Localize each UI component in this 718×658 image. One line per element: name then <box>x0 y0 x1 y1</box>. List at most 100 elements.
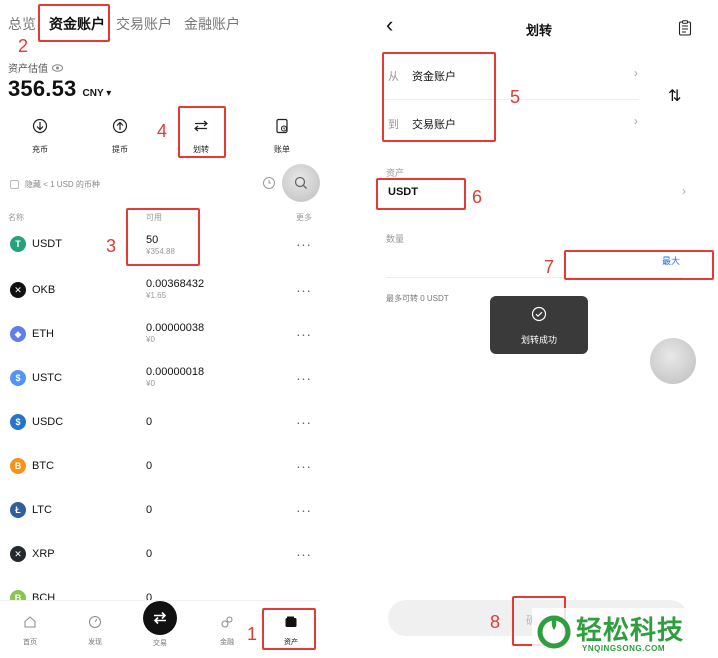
coin-name: ETH <box>32 328 54 340</box>
nav-finance[interactable]: 金融 <box>207 615 247 647</box>
tab-overview[interactable]: 总览 <box>8 14 36 34</box>
nav-trade-label: 交易 <box>153 640 167 647</box>
records-icon[interactable] <box>678 20 692 36</box>
more-button[interactable]: ··· <box>296 236 312 252</box>
coin-available: 0 <box>146 504 153 516</box>
coin-value: ¥0 <box>146 335 155 344</box>
withdraw-button[interactable]: 提币 <box>100 118 140 155</box>
trade-fab[interactable] <box>143 601 177 635</box>
coin-name: XRP <box>32 548 55 560</box>
annotation-number-2: 2 <box>18 36 29 56</box>
max-transferable-text: 最多可转 0 USDT <box>386 294 449 303</box>
bill-button[interactable]: 账单 <box>262 118 302 155</box>
withdraw-icon <box>112 118 128 134</box>
floating-assist-button[interactable] <box>650 338 696 384</box>
deposit-button[interactable]: 充币 <box>20 118 60 155</box>
page-title: 划转 <box>526 23 553 38</box>
column-header-more: 更多 <box>296 213 312 222</box>
discover-icon <box>89 616 101 628</box>
annotation-number-6: 6 <box>472 187 483 207</box>
tab-financial-account[interactable]: 金融账户 <box>184 14 240 34</box>
xrp-coin-icon: ✕ <box>10 546 26 562</box>
list-item[interactable]: $ USTC 0.00000018 ¥0 ··· <box>8 362 314 402</box>
list-item[interactable]: B BTC 0 ··· <box>8 450 314 490</box>
watermark-url: YNQINGSONG.COM <box>582 644 666 653</box>
eye-icon[interactable] <box>52 63 63 72</box>
more-button[interactable]: ··· <box>296 282 312 298</box>
nav-discover[interactable]: 发现 <box>75 615 115 647</box>
more-button[interactable]: ··· <box>296 414 312 430</box>
annotation-box-3 <box>126 208 200 266</box>
more-button[interactable]: ··· <box>296 458 312 474</box>
toast-text: 划转成功 <box>520 335 557 345</box>
nav-home[interactable]: 首页 <box>10 615 50 647</box>
nav-discover-label: 发现 <box>88 639 102 646</box>
okb-coin-icon: ✕ <box>10 282 26 298</box>
annotation-number-5: 5 <box>510 87 521 107</box>
coin-name: BTC <box>32 460 54 472</box>
back-button[interactable]: ‹ <box>386 14 393 36</box>
asset-valuation: 356.53 CNY ▾ <box>8 76 111 102</box>
chevron-right-icon: › <box>682 184 686 198</box>
watermark-logo-icon <box>537 615 571 649</box>
chevron-right-icon: › <box>634 66 638 80</box>
hide-small-label: 隐藏 < 1 USD 的币种 <box>25 180 100 189</box>
hide-small-balances-row[interactable]: 隐藏 < 1 USD 的币种 <box>10 179 100 190</box>
annotation-box-2 <box>38 4 110 42</box>
trade-icon <box>153 611 167 625</box>
nav-home-label: 首页 <box>23 639 37 646</box>
annotation-box-1 <box>262 608 316 650</box>
coin-available: 0 <box>146 548 153 560</box>
more-button[interactable]: ··· <box>296 370 312 386</box>
currency-selector[interactable]: CNY ▾ <box>83 88 112 99</box>
coin-name: USDT <box>32 238 62 250</box>
more-button[interactable]: ··· <box>296 502 312 518</box>
watermark: 轻松科技 YNQINGSONG.COM <box>532 608 718 658</box>
coin-name: USTC <box>32 372 62 384</box>
usdc-coin-icon: $ <box>10 414 26 430</box>
list-item[interactable]: $ USDC 0 ··· <box>8 406 314 446</box>
finance-icon <box>221 616 233 628</box>
more-button[interactable]: ··· <box>296 546 312 562</box>
chevron-right-icon: › <box>634 114 638 128</box>
list-item[interactable]: ✕ OKB 0.00368432 ¥1.65 ··· <box>8 274 314 314</box>
coin-name: OKB <box>32 284 56 296</box>
coin-name: USDC <box>32 416 64 428</box>
watermark-text: 轻松科技 <box>576 615 685 645</box>
ltc-coin-icon: Ł <box>10 502 26 518</box>
usdt-coin-icon: T <box>10 236 26 252</box>
list-item[interactable]: ◆ ETH 0.00000038 ¥0 ··· <box>8 318 314 358</box>
currency-label: CNY <box>82 88 104 99</box>
asset-valuation-label: 资产估值 <box>8 64 48 75</box>
quantity-label: 数量 <box>386 234 405 244</box>
refresh-icon[interactable] <box>262 176 276 190</box>
funding-account-screen: 总览 资金账户 交易账户 金融账户 2 资产估值 356.53 CNY ▾ 充币… <box>0 0 320 658</box>
nav-finance-label: 金融 <box>220 639 234 646</box>
search-icon <box>294 176 307 189</box>
coin-available: 0.00000018 <box>146 366 205 378</box>
coin-name: LTC <box>32 504 52 516</box>
list-item[interactable]: ✕ XRP 0 ··· <box>8 538 314 578</box>
withdraw-label: 提币 <box>112 145 128 154</box>
bill-icon <box>276 118 288 134</box>
hide-small-checkbox[interactable] <box>10 180 19 189</box>
annotation-box-5 <box>382 52 496 142</box>
more-button[interactable]: ··· <box>296 326 312 342</box>
floating-search-button[interactable] <box>282 164 320 202</box>
annotation-number-7: 7 <box>544 257 555 277</box>
annotation-box-4 <box>178 106 226 158</box>
annotation-box-7 <box>564 250 714 280</box>
asset-value: 356.53 <box>8 76 77 101</box>
tab-trading-account[interactable]: 交易账户 <box>116 14 172 34</box>
deposit-icon <box>32 118 48 134</box>
coin-available: 0 <box>146 416 153 428</box>
annotation-number-4: 4 <box>157 121 168 141</box>
coin-available: 0 <box>146 460 153 472</box>
annotation-number-1: 1 <box>247 624 258 644</box>
nav-trade[interactable]: 交易 <box>140 601 180 648</box>
swap-accounts-button[interactable]: ⇅ <box>668 86 681 106</box>
annotation-number-8: 8 <box>490 612 501 632</box>
deposit-label: 充币 <box>32 145 48 154</box>
bill-label: 账单 <box>274 145 290 154</box>
list-item[interactable]: Ł LTC 0 ··· <box>8 494 314 534</box>
